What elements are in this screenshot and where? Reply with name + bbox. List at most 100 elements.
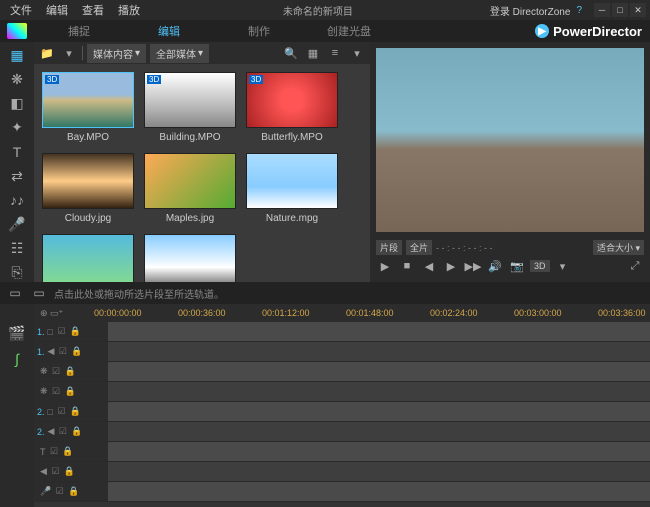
track-lane[interactable] [108, 322, 650, 341]
track-visible-icon[interactable]: ☑ [57, 426, 68, 437]
preview-window[interactable] [376, 48, 644, 232]
media-thumbnail[interactable]: 3DButterfly.MPO [246, 72, 338, 143]
timeline-track[interactable]: 1.◀☑🔒 [34, 342, 650, 362]
preview-clip-dropdown[interactable]: 片段 [376, 240, 402, 255]
timeline-track[interactable]: ◀☑🔒 [34, 462, 650, 482]
preview-3d-button[interactable]: 3D [530, 260, 550, 272]
media-thumbnail[interactable] [144, 234, 236, 282]
timeline-track[interactable]: ❋☑🔒 [34, 382, 650, 402]
track-lock-icon[interactable]: 🔒 [65, 386, 76, 397]
timeline-view2-button[interactable]: ▭ [30, 284, 48, 302]
track-lane[interactable] [108, 442, 650, 461]
timeline-track[interactable]: ❋☑🔒 [34, 362, 650, 382]
fast-forward-button[interactable]: ▶▶ [464, 257, 482, 275]
preview-fit-dropdown[interactable]: 适合大小 ▾ [593, 240, 644, 255]
track-lane[interactable] [108, 342, 650, 361]
volume-button[interactable]: 🔊 [486, 257, 504, 275]
snapshot-button[interactable]: 📷 [508, 257, 526, 275]
timeline-track[interactable]: T☑🔒 [34, 442, 650, 462]
media-thumbnail[interactable]: 3DBuilding.MPO [144, 72, 236, 143]
import-menu[interactable]: ▾ [60, 44, 78, 62]
track-lock-icon[interactable]: 🔒 [65, 366, 76, 377]
tool-subtitle[interactable]: ⎘ [6, 264, 28, 282]
library-menu-icon[interactable]: ▾ [348, 44, 366, 62]
track-visible-icon[interactable]: ☑ [50, 466, 61, 477]
media-thumbnail[interactable]: 3DBay.MPO [42, 72, 134, 143]
track-lock-icon[interactable]: 🔒 [71, 426, 82, 437]
play-button[interactable]: ▶ [376, 257, 394, 275]
next-frame-button[interactable]: ▶ [442, 257, 460, 275]
tool-voice[interactable]: 🎤 [6, 215, 28, 233]
track-lock-icon[interactable]: 🔒 [70, 406, 81, 417]
timeline-track[interactable]: 🎤☑🔒 [34, 482, 650, 502]
tab-edit[interactable]: 编辑 [124, 19, 214, 44]
track-lock-icon[interactable]: 🔒 [70, 326, 81, 337]
menu-play[interactable]: 播放 [112, 0, 146, 20]
close-button[interactable]: ✕ [630, 3, 646, 17]
tool-chapter[interactable]: ☷ [6, 240, 28, 258]
tool-media[interactable]: ▦ [6, 46, 28, 64]
track-lock-icon[interactable]: 🔒 [63, 446, 74, 457]
track-visible-icon[interactable]: ☑ [56, 326, 67, 337]
view-grid-icon[interactable]: ▦ [304, 44, 322, 62]
prev-frame-button[interactable]: ◀ [420, 257, 438, 275]
track-lane[interactable] [108, 462, 650, 481]
media-thumbnail[interactable]: Nature.mpg [246, 153, 338, 224]
ruler-mark: 00:02:24:00 [430, 308, 478, 318]
timeline-tool-magic[interactable]: ∫ [6, 348, 28, 370]
badge-3d: 3D [45, 75, 59, 84]
timeline-track[interactable]: 2.◀☑🔒 [34, 422, 650, 442]
track-visible-icon[interactable]: ☑ [51, 386, 62, 397]
tool-pip[interactable]: ◧ [6, 94, 28, 112]
timeline-tool-wizard[interactable]: 🎬 [6, 322, 28, 344]
track-lane[interactable] [108, 362, 650, 381]
preview-options-button[interactable]: ▾ [554, 257, 572, 275]
tab-create-disc[interactable]: 创建光盘 [304, 19, 394, 44]
track-lane[interactable] [108, 422, 650, 441]
tool-title[interactable]: T [6, 143, 28, 161]
media-thumbnail[interactable]: Maples.jpg [144, 153, 236, 224]
maximize-button[interactable]: □ [612, 3, 628, 17]
login-link[interactable]: 登录 DirectorZone [490, 3, 571, 18]
timeline-track[interactable]: 2.□☑🔒 [34, 402, 650, 422]
track-visible-icon[interactable]: ☑ [56, 406, 67, 417]
track-lane[interactable] [108, 382, 650, 401]
ruler-mark: 00:00:00:00 [94, 308, 142, 318]
undock-button[interactable]: ⤢ [626, 257, 644, 275]
stop-button[interactable]: ■ [398, 257, 416, 275]
media-library-grid[interactable]: 3DBay.MPO3DBuilding.MPO3DButterfly.MPO Cl… [34, 64, 370, 282]
timeline-view1-button[interactable]: ▭ [6, 284, 24, 302]
import-button[interactable]: 📁 [38, 44, 56, 62]
track-lock-icon[interactable]: 🔒 [64, 466, 75, 477]
menu-file[interactable]: 文件 [4, 0, 38, 20]
preview-full-dropdown[interactable]: 全片 [406, 240, 432, 255]
media-thumbnail[interactable]: Cloudy.jpg [42, 153, 134, 224]
track-lock-icon[interactable]: 🔒 [71, 346, 82, 357]
tool-audio-mix[interactable]: ♪♪ [6, 191, 28, 209]
media-filter-dropdown[interactable]: 全部媒体 ▾ [150, 44, 209, 63]
view-menu-icon[interactable]: ≡ [326, 44, 344, 62]
track-lane[interactable] [108, 482, 650, 501]
track-lane[interactable] [108, 402, 650, 421]
track-visible-icon[interactable]: ☑ [51, 366, 62, 377]
preview-timecode: - - : - - : - - : - - [436, 243, 492, 253]
media-thumbnail[interactable] [42, 234, 134, 282]
menu-edit[interactable]: 编辑 [40, 0, 74, 20]
timeline-track[interactable]: 1.□☑🔒 [34, 322, 650, 342]
tab-produce[interactable]: 制作 [214, 19, 304, 44]
search-icon[interactable]: 🔍 [282, 44, 300, 62]
tool-transition[interactable]: ⇄ [6, 167, 28, 185]
track-visible-icon[interactable]: ☑ [49, 446, 60, 457]
timeline-ruler[interactable]: ⊕ ▭⁺ 00:00:00:0000:00:36:0000:01:12:0000… [34, 304, 650, 322]
tab-capture[interactable]: 捕捉 [34, 19, 124, 44]
track-visible-icon[interactable]: ☑ [54, 486, 65, 497]
menu-view[interactable]: 查看 [76, 0, 110, 20]
media-type-dropdown[interactable]: 媒体内容 ▾ [87, 44, 146, 63]
timeline-tracks[interactable]: 1.□☑🔒1.◀☑🔒❋☑🔒❋☑🔒2.□☑🔒2.◀☑🔒T☑🔒◀☑🔒🎤☑🔒 [34, 322, 650, 507]
track-lock-icon[interactable]: 🔒 [68, 486, 79, 497]
track-visible-icon[interactable]: ☑ [57, 346, 68, 357]
tool-effects[interactable]: ❋ [6, 70, 28, 88]
help-icon[interactable]: ? [576, 5, 582, 16]
minimize-button[interactable]: ─ [594, 3, 610, 17]
tool-particles[interactable]: ✦ [6, 119, 28, 137]
